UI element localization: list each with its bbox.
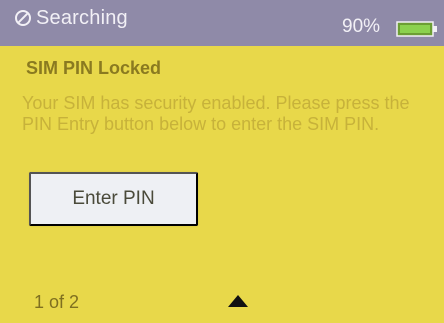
up-arrow-icon[interactable] bbox=[226, 293, 250, 309]
device-screen: Searching 90% SIM PIN Locked Your SIM ha… bbox=[0, 0, 444, 323]
page-indicator: 1 of 2 bbox=[34, 292, 80, 312]
battery-icon bbox=[396, 21, 437, 37]
network-status-text: Searching bbox=[36, 7, 128, 29]
sim-pin-locked-title: SIM PIN Locked bbox=[26, 58, 162, 78]
sim-pin-message: Your SIM has security enabled. Please pr… bbox=[22, 93, 410, 134]
no-signal-icon bbox=[15, 10, 31, 26]
enter-pin-button[interactable]: Enter PIN bbox=[29, 172, 198, 226]
status-bar: Searching 90% bbox=[0, 0, 444, 46]
battery-percentage: 90% bbox=[342, 16, 381, 37]
